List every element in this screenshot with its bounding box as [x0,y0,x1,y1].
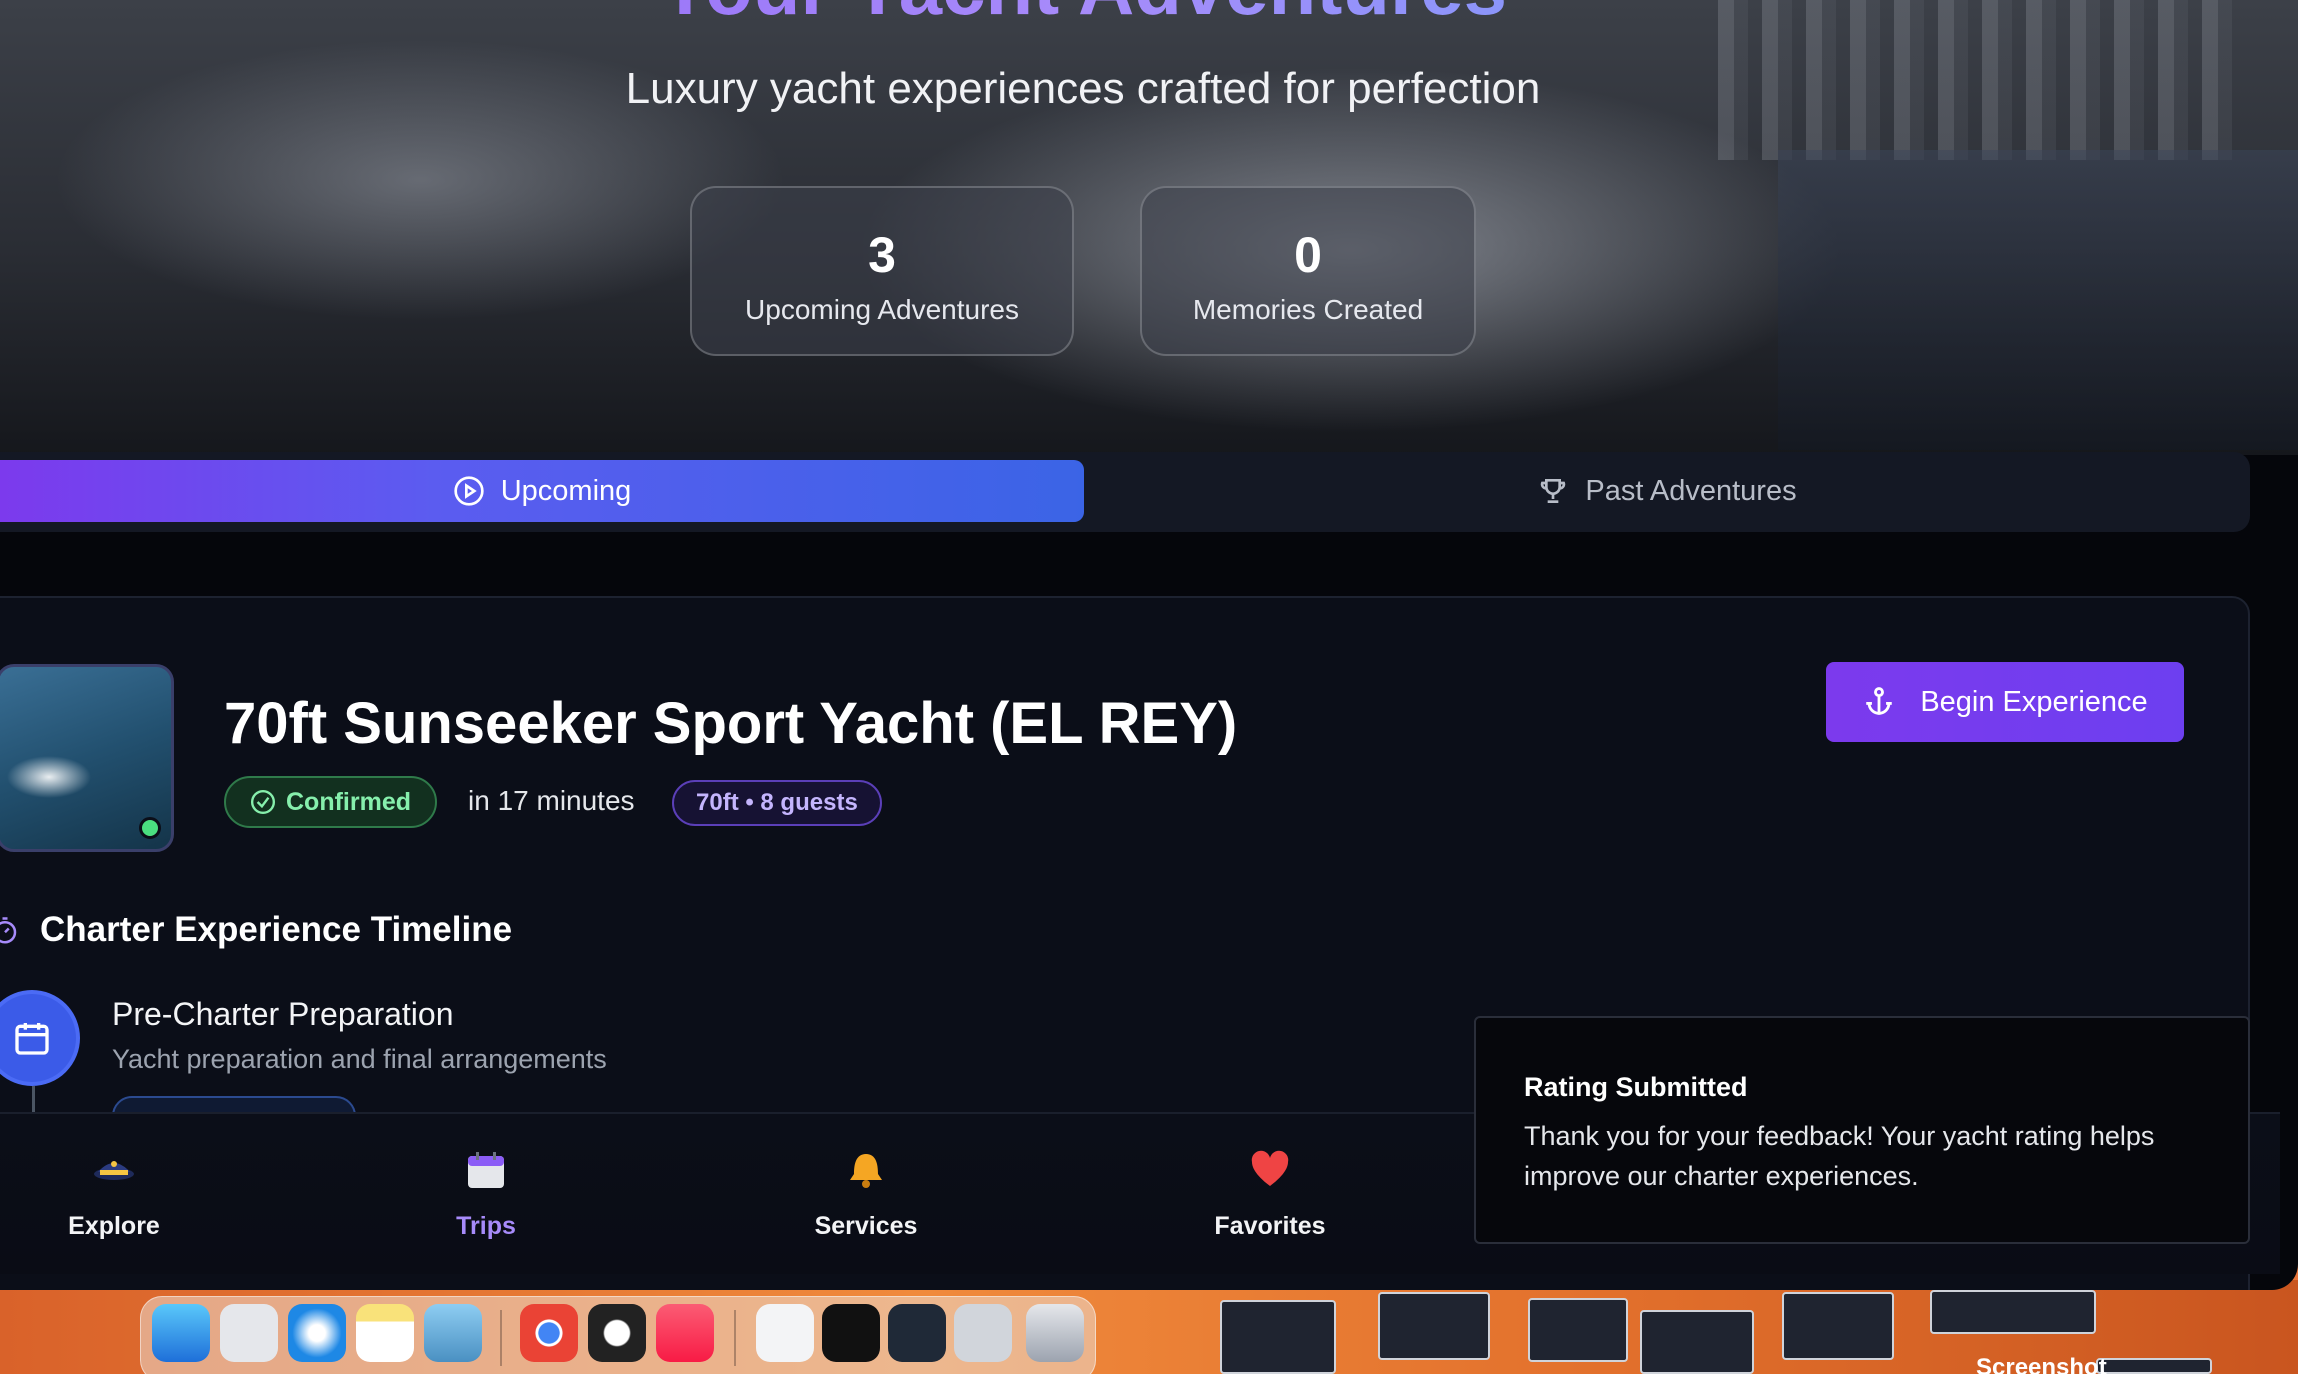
stat-upcoming-adventures: 3 Upcoming Adventures [690,186,1074,356]
nav-item-explore[interactable]: Explore [0,1114,234,1276]
play-circle-icon [454,476,484,506]
safari-icon[interactable] [288,1304,346,1362]
tab-upcoming[interactable]: Upcoming [0,460,1084,522]
recent-window-icon[interactable] [954,1304,1012,1362]
finder-icon[interactable] [152,1304,210,1362]
anchor-icon [1866,687,1893,715]
tab-label: Past Adventures [1585,474,1797,507]
nav-label: Trips [456,1212,516,1240]
desktop-file-label: Screenshot [1976,1354,2107,1374]
toast-message: Thank you for your feedback! Your yacht … [1524,1121,2155,1191]
nav-label: Favorites [1214,1212,1326,1240]
stat-label: Memories Created [1192,294,1424,325]
desktop-file-thumbnail[interactable] [1528,1298,1628,1362]
dock-separator [500,1310,502,1366]
stopwatch-icon [0,917,17,944]
chrome-icon[interactable] [520,1304,578,1362]
begin-experience-button[interactable]: Begin Experience [1826,662,2184,742]
launchpad-icon[interactable] [220,1304,278,1362]
toast-title: Rating Submitted [1524,1072,1748,1102]
calendar-icon [15,1023,49,1055]
dock-separator [734,1310,736,1366]
timeline-title: Charter Experience Timeline [40,910,513,949]
stat-value: 0 [1294,227,1322,283]
recent-window-icon[interactable] [822,1304,880,1362]
nav-label: Services [814,1212,918,1240]
check-circle-icon [250,789,276,815]
desktop-file-thumbnail[interactable] [1782,1292,1894,1360]
stat-value: 3 [868,227,896,283]
nav-item-services[interactable]: Services [746,1114,986,1276]
recent-window-icon[interactable] [888,1304,946,1362]
rating-toast: Rating Submitted Thank you for your feed… [1474,1016,2250,1244]
yacht-thumbnail [0,664,174,852]
desktop-file-thumbnail[interactable] [1930,1290,2096,1334]
pdf-document-icon[interactable] [756,1304,814,1362]
notes-icon[interactable] [356,1304,414,1362]
status-badge: Confirmed [224,776,437,828]
yacht-spec-badge: 70ft • 8 guests [672,780,882,826]
stat-label: Upcoming Adventures [745,294,1019,325]
page-title: Your Yacht Adventures [0,0,2166,33]
trip-countdown: in 17 minutes [468,785,635,816]
status-text: Confirmed [286,787,411,816]
stat-memories-created: 0 Memories Created [1140,186,1476,356]
nav-item-trips[interactable]: Trips [366,1114,606,1276]
timeline-step-title: Pre-Charter Preparation [112,996,454,1032]
timeline-step-description: Yacht preparation and final arrangements [112,1044,607,1074]
desktop-file-thumbnail[interactable] [2096,1358,2212,1374]
app-window: Your Yacht Adventures Luxury yacht exper… [0,0,2298,1290]
trash-icon[interactable] [1026,1304,1084,1362]
tab-label: Upcoming [500,474,632,507]
trip-title: 70ft Sunseeker Sport Yacht (EL REY) [224,691,1238,756]
button-label: Begin Experience [1920,685,2148,718]
desktop-file-thumbnail[interactable] [1220,1300,1336,1374]
hero-banner: Your Yacht Adventures Luxury yacht exper… [0,0,2298,455]
bell-icon [850,1154,882,1188]
hero-water [1778,150,2298,450]
calendar-icon [468,1152,504,1188]
music-icon[interactable] [656,1304,714,1362]
page-subtitle: Luxury yacht experiences crafted for per… [625,64,1541,113]
desktop-file-thumbnail[interactable] [1640,1310,1754,1374]
trophy-icon [1541,479,1566,503]
trip-tabs: Upcoming Past Adventures [0,452,2250,532]
nav-item-favorites[interactable]: Favorites [1150,1114,1390,1276]
nav-label: Explore [68,1212,160,1240]
captain-hat-icon [94,1161,134,1180]
preview-icon[interactable] [424,1304,482,1362]
clock-icon[interactable] [588,1304,646,1362]
tab-past-adventures[interactable]: Past Adventures [1084,460,2250,522]
online-status-dot [139,817,161,839]
heart-icon [1251,1150,1289,1186]
desktop-file-thumbnail[interactable] [1378,1292,1490,1360]
